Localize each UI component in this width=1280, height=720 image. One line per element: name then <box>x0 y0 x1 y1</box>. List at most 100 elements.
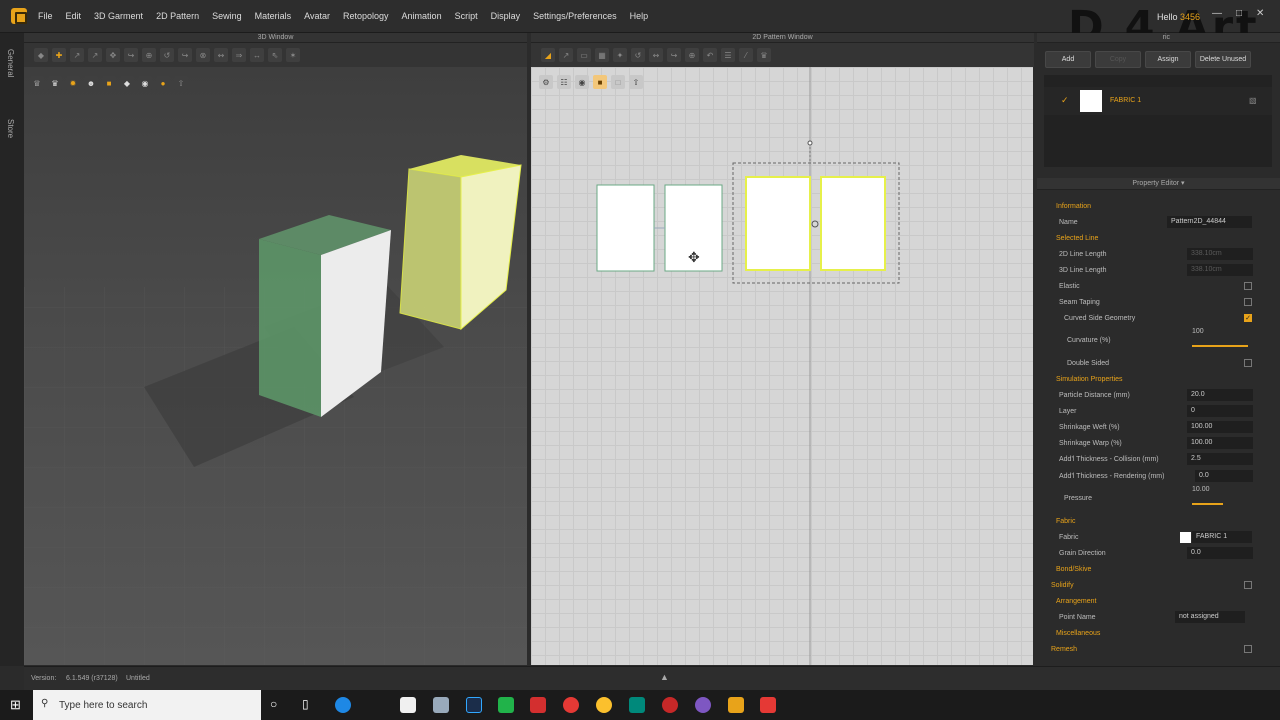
store-icon[interactable] <box>400 697 416 713</box>
menu-item[interactable]: Sewing <box>212 11 242 21</box>
shrink-warp-field[interactable]: 100.00 <box>1187 437 1253 449</box>
menu-item[interactable]: File <box>38 11 53 21</box>
polygon-icon[interactable]: ▦ <box>595 48 609 62</box>
line-icon[interactable]: ⊗ <box>196 48 210 62</box>
pressure-value[interactable]: 10.00 <box>1192 486 1210 493</box>
internal-icon[interactable]: ✦ <box>613 48 627 62</box>
name-field[interactable]: Pattern2D_44844 <box>1167 216 1252 228</box>
photoshop-icon[interactable] <box>466 697 482 713</box>
section-fabric[interactable]: Fabric <box>1037 513 1280 529</box>
close-icon[interactable]: ✕ <box>1256 8 1264 19</box>
menu-item[interactable]: Edit <box>66 11 82 21</box>
point-icon[interactable]: ↪ <box>178 48 192 62</box>
light-icon[interactable]: ◆ <box>120 76 134 90</box>
viewport-2d[interactable]: ⚙ ☷ ◉ ■ □ ⇧ ✥ <box>531 67 1033 665</box>
stitch-icon[interactable]: ⇒ <box>232 48 246 62</box>
taskbar-search[interactable]: ⚲ Type here to search <box>33 690 261 720</box>
fabric-view-icon[interactable]: ■ <box>102 76 116 90</box>
thick-collision-field[interactable]: 2.5 <box>1187 453 1253 465</box>
line-tool-icon[interactable]: ⁄ <box>739 48 753 62</box>
section-remesh[interactable]: Remesh <box>1037 641 1280 657</box>
edge-icon[interactable] <box>335 697 351 713</box>
camtasia-icon[interactable] <box>498 697 514 713</box>
app-logo-icon[interactable] <box>11 8 27 24</box>
tack-icon[interactable]: ✥ <box>106 48 120 62</box>
menu-item[interactable]: Avatar <box>304 11 330 21</box>
chrome-icon[interactable] <box>596 697 612 713</box>
rotate-handle[interactable] <box>807 140 813 146</box>
face-icon[interactable]: ◉ <box>138 76 152 90</box>
pattern-piece-selected[interactable] <box>820 176 886 271</box>
transform-pattern-icon[interactable]: ◢ <box>541 48 555 62</box>
recorder-icon[interactable] <box>760 697 776 713</box>
viewport-3d[interactable] <box>24 67 527 665</box>
fold-icon[interactable]: ↗ <box>70 48 84 62</box>
particle-field[interactable]: 20.0 <box>1187 389 1253 401</box>
section-misc[interactable]: Miscellaneous <box>1037 625 1280 641</box>
measure-icon[interactable]: ⊕ <box>142 48 156 62</box>
solidify-checkbox[interactable] <box>1244 581 1252 589</box>
section-simulation[interactable]: Simulation Properties <box>1037 371 1280 387</box>
expand-icon[interactable]: ▲ <box>660 672 669 682</box>
edit-point-icon[interactable]: ↗ <box>559 48 573 62</box>
pressure-slider[interactable] <box>1192 503 1223 505</box>
curvature-value[interactable]: 100 <box>1192 328 1204 335</box>
elastic-checkbox[interactable] <box>1244 282 1252 290</box>
rectangle-icon[interactable]: ▭ <box>577 48 591 62</box>
topstitch-icon[interactable]: ✶ <box>286 48 300 62</box>
bars-icon[interactable]: ☰ <box>721 48 735 62</box>
dart-icon[interactable]: ↺ <box>631 48 645 62</box>
section-arrangement[interactable]: Arrangement <box>1037 593 1280 609</box>
thick-render-field[interactable]: 0.0 <box>1195 470 1253 482</box>
select-icon[interactable]: ◆ <box>34 48 48 62</box>
menu-item[interactable]: Materials <box>255 11 292 21</box>
transform-icon[interactable]: ↪ <box>124 48 138 62</box>
minimize-icon[interactable]: — <box>1212 8 1222 19</box>
pivot-handle[interactable] <box>811 220 819 228</box>
menu-item[interactable]: 3D Garment <box>94 11 143 21</box>
cortana-icon[interactable]: ○ <box>270 697 277 711</box>
curved-side-checkbox[interactable]: ✓ <box>1244 314 1252 322</box>
texture-icon[interactable]: ✹ <box>66 76 80 90</box>
viber-icon[interactable] <box>695 697 711 713</box>
windows-start-icon[interactable]: ⊞ <box>10 697 21 713</box>
menu-item[interactable]: 2D Pattern <box>156 11 199 21</box>
seam-icon[interactable]: ↺ <box>160 48 174 62</box>
export-icon[interactable]: ⇧ <box>174 76 188 90</box>
section-bond[interactable]: Bond/Skive <box>1037 561 1280 577</box>
point-name-select[interactable]: not assigned <box>1175 611 1245 623</box>
section-information[interactable]: Information <box>1037 198 1280 214</box>
move-icon[interactable]: ✚ <box>52 48 66 62</box>
pleat-icon[interactable]: ↶ <box>703 48 717 62</box>
side-tab-store[interactable]: Store <box>6 119 15 138</box>
menu-item[interactable]: Script <box>455 11 478 21</box>
menu-item[interactable]: Settings/Preferences <box>533 11 617 21</box>
segment-sew-icon[interactable]: ↭ <box>649 48 663 62</box>
check-sew-icon[interactable]: ⊕ <box>685 48 699 62</box>
layer-field[interactable]: 0 <box>1187 405 1253 417</box>
task-view-icon[interactable]: ▯ <box>302 697 309 711</box>
side-tab-general[interactable]: General <box>6 49 15 77</box>
section-selected-line[interactable]: Selected Line <box>1037 230 1280 246</box>
sphere-icon[interactable]: ● <box>156 76 170 90</box>
app-s-icon[interactable] <box>662 697 678 713</box>
grain-field[interactable]: 0.0 <box>1187 547 1253 559</box>
button-tool-icon[interactable]: ⇖ <box>268 48 282 62</box>
menu-item[interactable]: Help <box>630 11 649 21</box>
maximize-icon[interactable]: □ <box>1236 8 1242 19</box>
sew-icon[interactable]: ↭ <box>214 48 228 62</box>
menu-item[interactable]: Animation <box>402 11 442 21</box>
curvature-slider[interactable] <box>1192 345 1248 347</box>
opera-icon[interactable] <box>563 697 579 713</box>
acrobat-icon[interactable] <box>530 697 546 713</box>
remesh-checkbox[interactable] <box>1244 645 1252 653</box>
person-icon[interactable]: ☻ <box>84 76 98 90</box>
avatar-icon[interactable]: ♕ <box>30 76 44 90</box>
fabric-select[interactable]: FABRIC 1 <box>1192 531 1252 543</box>
shrink-weft-field[interactable]: 100.00 <box>1187 421 1253 433</box>
3d-app-icon[interactable] <box>629 697 645 713</box>
garment-icon[interactable]: ♛ <box>48 76 62 90</box>
pin-icon[interactable]: ↗ <box>88 48 102 62</box>
pattern-piece-selected[interactable] <box>745 176 811 271</box>
zipper-icon[interactable]: ↔ <box>250 48 264 62</box>
